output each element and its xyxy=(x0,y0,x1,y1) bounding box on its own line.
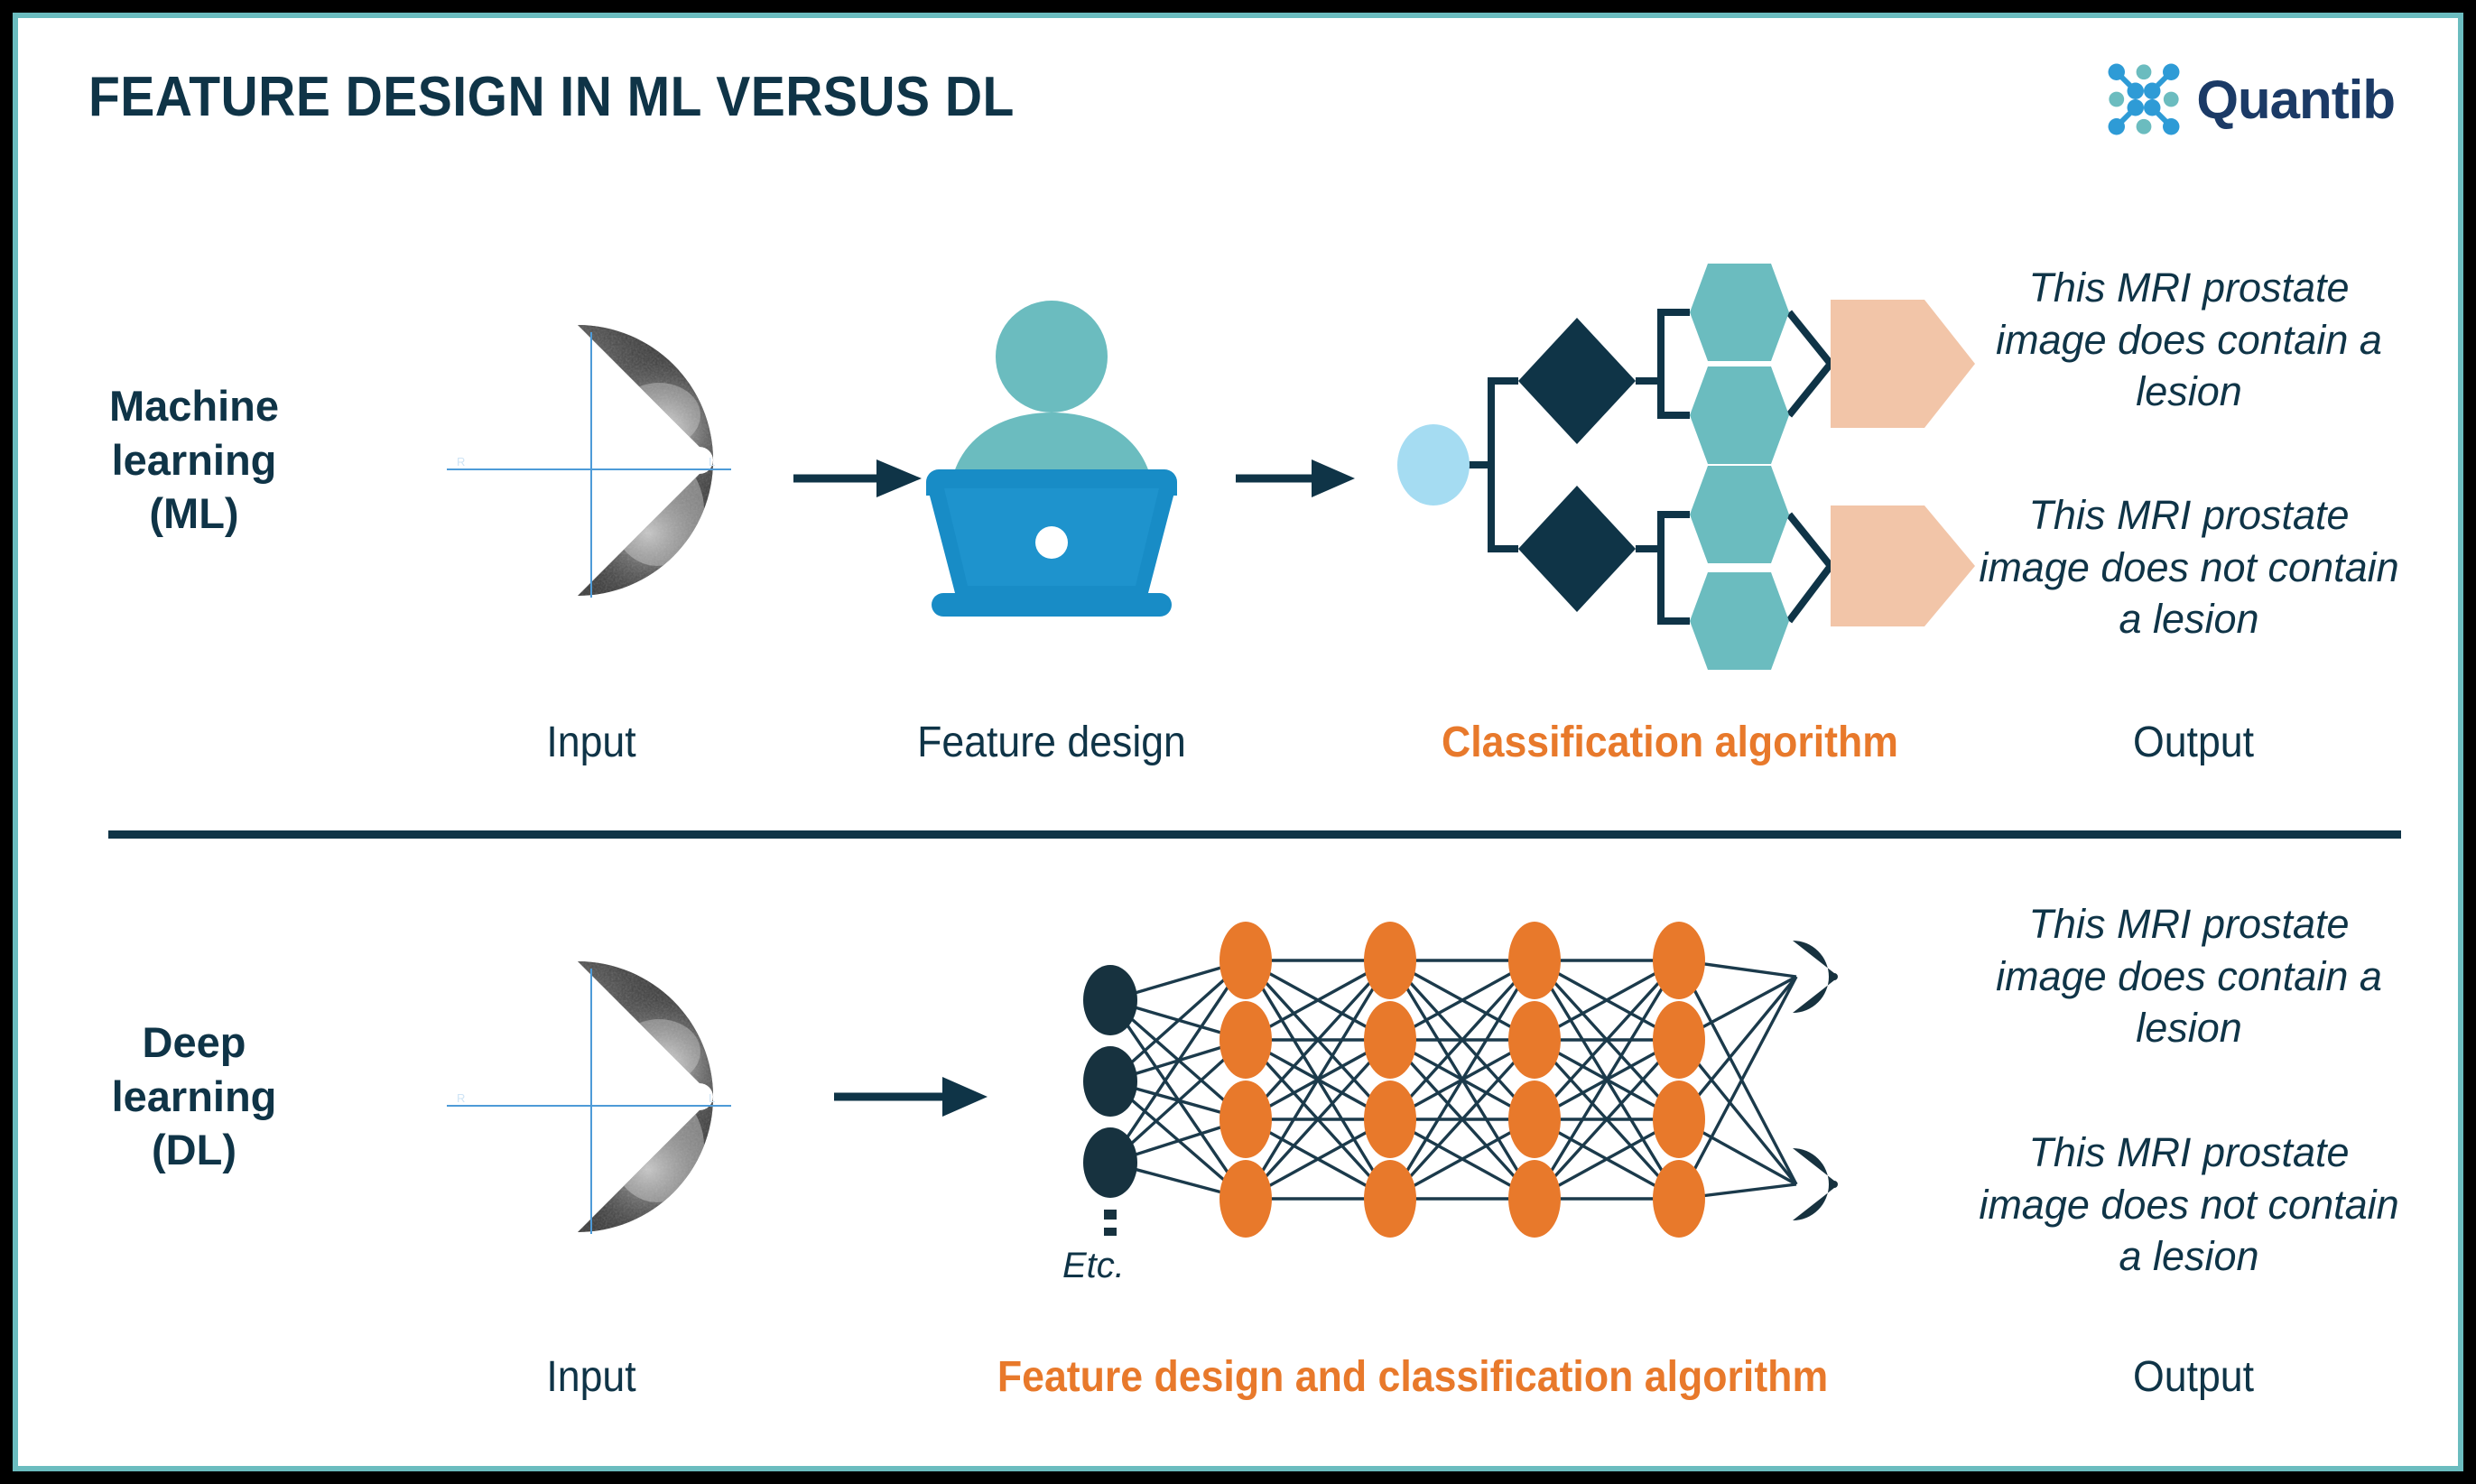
tree-result-node-1 xyxy=(1831,300,1975,428)
neural-network-diagram xyxy=(1083,922,1838,1238)
caption-dl-input: Input xyxy=(546,1353,636,1401)
nn-hidden-node xyxy=(1219,1160,1272,1238)
nn-input-node xyxy=(1083,965,1137,1035)
row-label-line: Machine xyxy=(108,382,280,430)
nn-hidden-node xyxy=(1653,1001,1705,1079)
caption-dl-feature-and-classification: Feature design and classification algori… xyxy=(997,1353,1829,1401)
nn-hidden-node xyxy=(1364,922,1416,999)
nn-hidden-node xyxy=(1653,922,1705,999)
quantib-network-logo-icon xyxy=(2108,63,2180,135)
row-label-machine-learning: Machine learning (ML) xyxy=(45,379,343,541)
nn-hidden-node xyxy=(1364,1160,1416,1238)
mri-prostate-image-dl: R L xyxy=(447,960,731,1234)
caption-ml-feature-design: Feature design xyxy=(917,719,1186,766)
nn-hidden-node xyxy=(1653,1081,1705,1158)
output-text-ml-negative: This MRI prostate image does not contain… xyxy=(1979,492,2399,643)
nn-ellipsis-dot xyxy=(1104,1228,1117,1236)
nn-input-node xyxy=(1083,1127,1137,1198)
row-label-line: Deep xyxy=(142,1018,246,1066)
infographic-canvas: FEATURE DESIGN IN ML VERSUS DL Quantib M… xyxy=(0,0,2476,1484)
tree-leaf-node-1 xyxy=(1690,264,1789,361)
nn-hidden-node xyxy=(1219,1001,1272,1079)
tree-decision-node-1 xyxy=(1518,318,1636,444)
nn-hidden-node xyxy=(1508,1160,1561,1238)
row-label-line: (ML) xyxy=(149,489,239,538)
nn-output-node xyxy=(1793,941,1838,1013)
mri-marker-left: L xyxy=(709,1091,715,1105)
mri-marker-right: R xyxy=(457,1091,465,1105)
nn-ellipsis-dot xyxy=(1104,1210,1117,1220)
arrow-feature-to-algorithm-ml xyxy=(1236,459,1355,497)
row-label-line: learning xyxy=(111,435,277,484)
mri-marker-right: R xyxy=(457,455,465,468)
nn-hidden-node xyxy=(1508,1001,1561,1079)
caption-ml-output: Output xyxy=(2132,719,2255,766)
tree-leaf-node-4 xyxy=(1690,572,1789,670)
output-text-ml-positive: This MRI prostate image does contain a l… xyxy=(1996,264,2382,415)
nn-hidden-node xyxy=(1364,1001,1416,1079)
tree-leaf-node-2 xyxy=(1690,366,1789,464)
output-text-dl-negative: This MRI prostate image does not contain… xyxy=(1979,1129,2399,1280)
row-label-line: (DL) xyxy=(152,1126,236,1174)
brand-logo: Quantib xyxy=(2106,61,2396,137)
output-text-dl-positive: This MRI prostate image does contain a l… xyxy=(1996,901,2382,1052)
arrow-input-to-feature-ml xyxy=(793,459,922,497)
nn-hidden-node xyxy=(1508,1081,1561,1158)
nn-hidden-node xyxy=(1653,1160,1705,1238)
tree-result-node-2 xyxy=(1831,505,1975,626)
mri-marker-left: L xyxy=(709,455,715,468)
mri-prostate-image-ml: R L xyxy=(447,324,731,598)
tree-root-node xyxy=(1397,424,1470,505)
nn-input-node xyxy=(1083,1046,1137,1117)
page-title: FEATURE DESIGN IN ML VERSUS DL xyxy=(88,66,1015,128)
tree-decision-node-2 xyxy=(1518,486,1636,612)
brand-name: Quantib xyxy=(2196,69,2396,130)
tree-leaf-node-3 xyxy=(1690,466,1789,563)
row-label-line: learning xyxy=(111,1071,277,1120)
caption-ml-classification-algorithm: Classification algorithm xyxy=(1441,719,1899,766)
caption-dl-output: Output xyxy=(2132,1353,2255,1401)
row-label-deep-learning: Deep learning (DL) xyxy=(45,1016,343,1177)
row-divider xyxy=(108,830,2401,839)
caption-ml-input: Input xyxy=(546,719,636,766)
nn-hidden-node xyxy=(1364,1081,1416,1158)
nn-hidden-node xyxy=(1219,922,1272,999)
infographic-frame: FEATURE DESIGN IN ML VERSUS DL Quantib M… xyxy=(13,13,2463,1471)
nn-output-node xyxy=(1793,1148,1838,1220)
nn-hidden-node xyxy=(1508,922,1561,999)
arrow-input-to-network-dl xyxy=(834,1077,988,1117)
person-at-laptop-icon xyxy=(926,301,1177,617)
decision-tree-diagram xyxy=(1397,264,1975,670)
nn-hidden-node xyxy=(1219,1081,1272,1158)
nn-etc-label: Etc. xyxy=(1062,1246,1125,1285)
